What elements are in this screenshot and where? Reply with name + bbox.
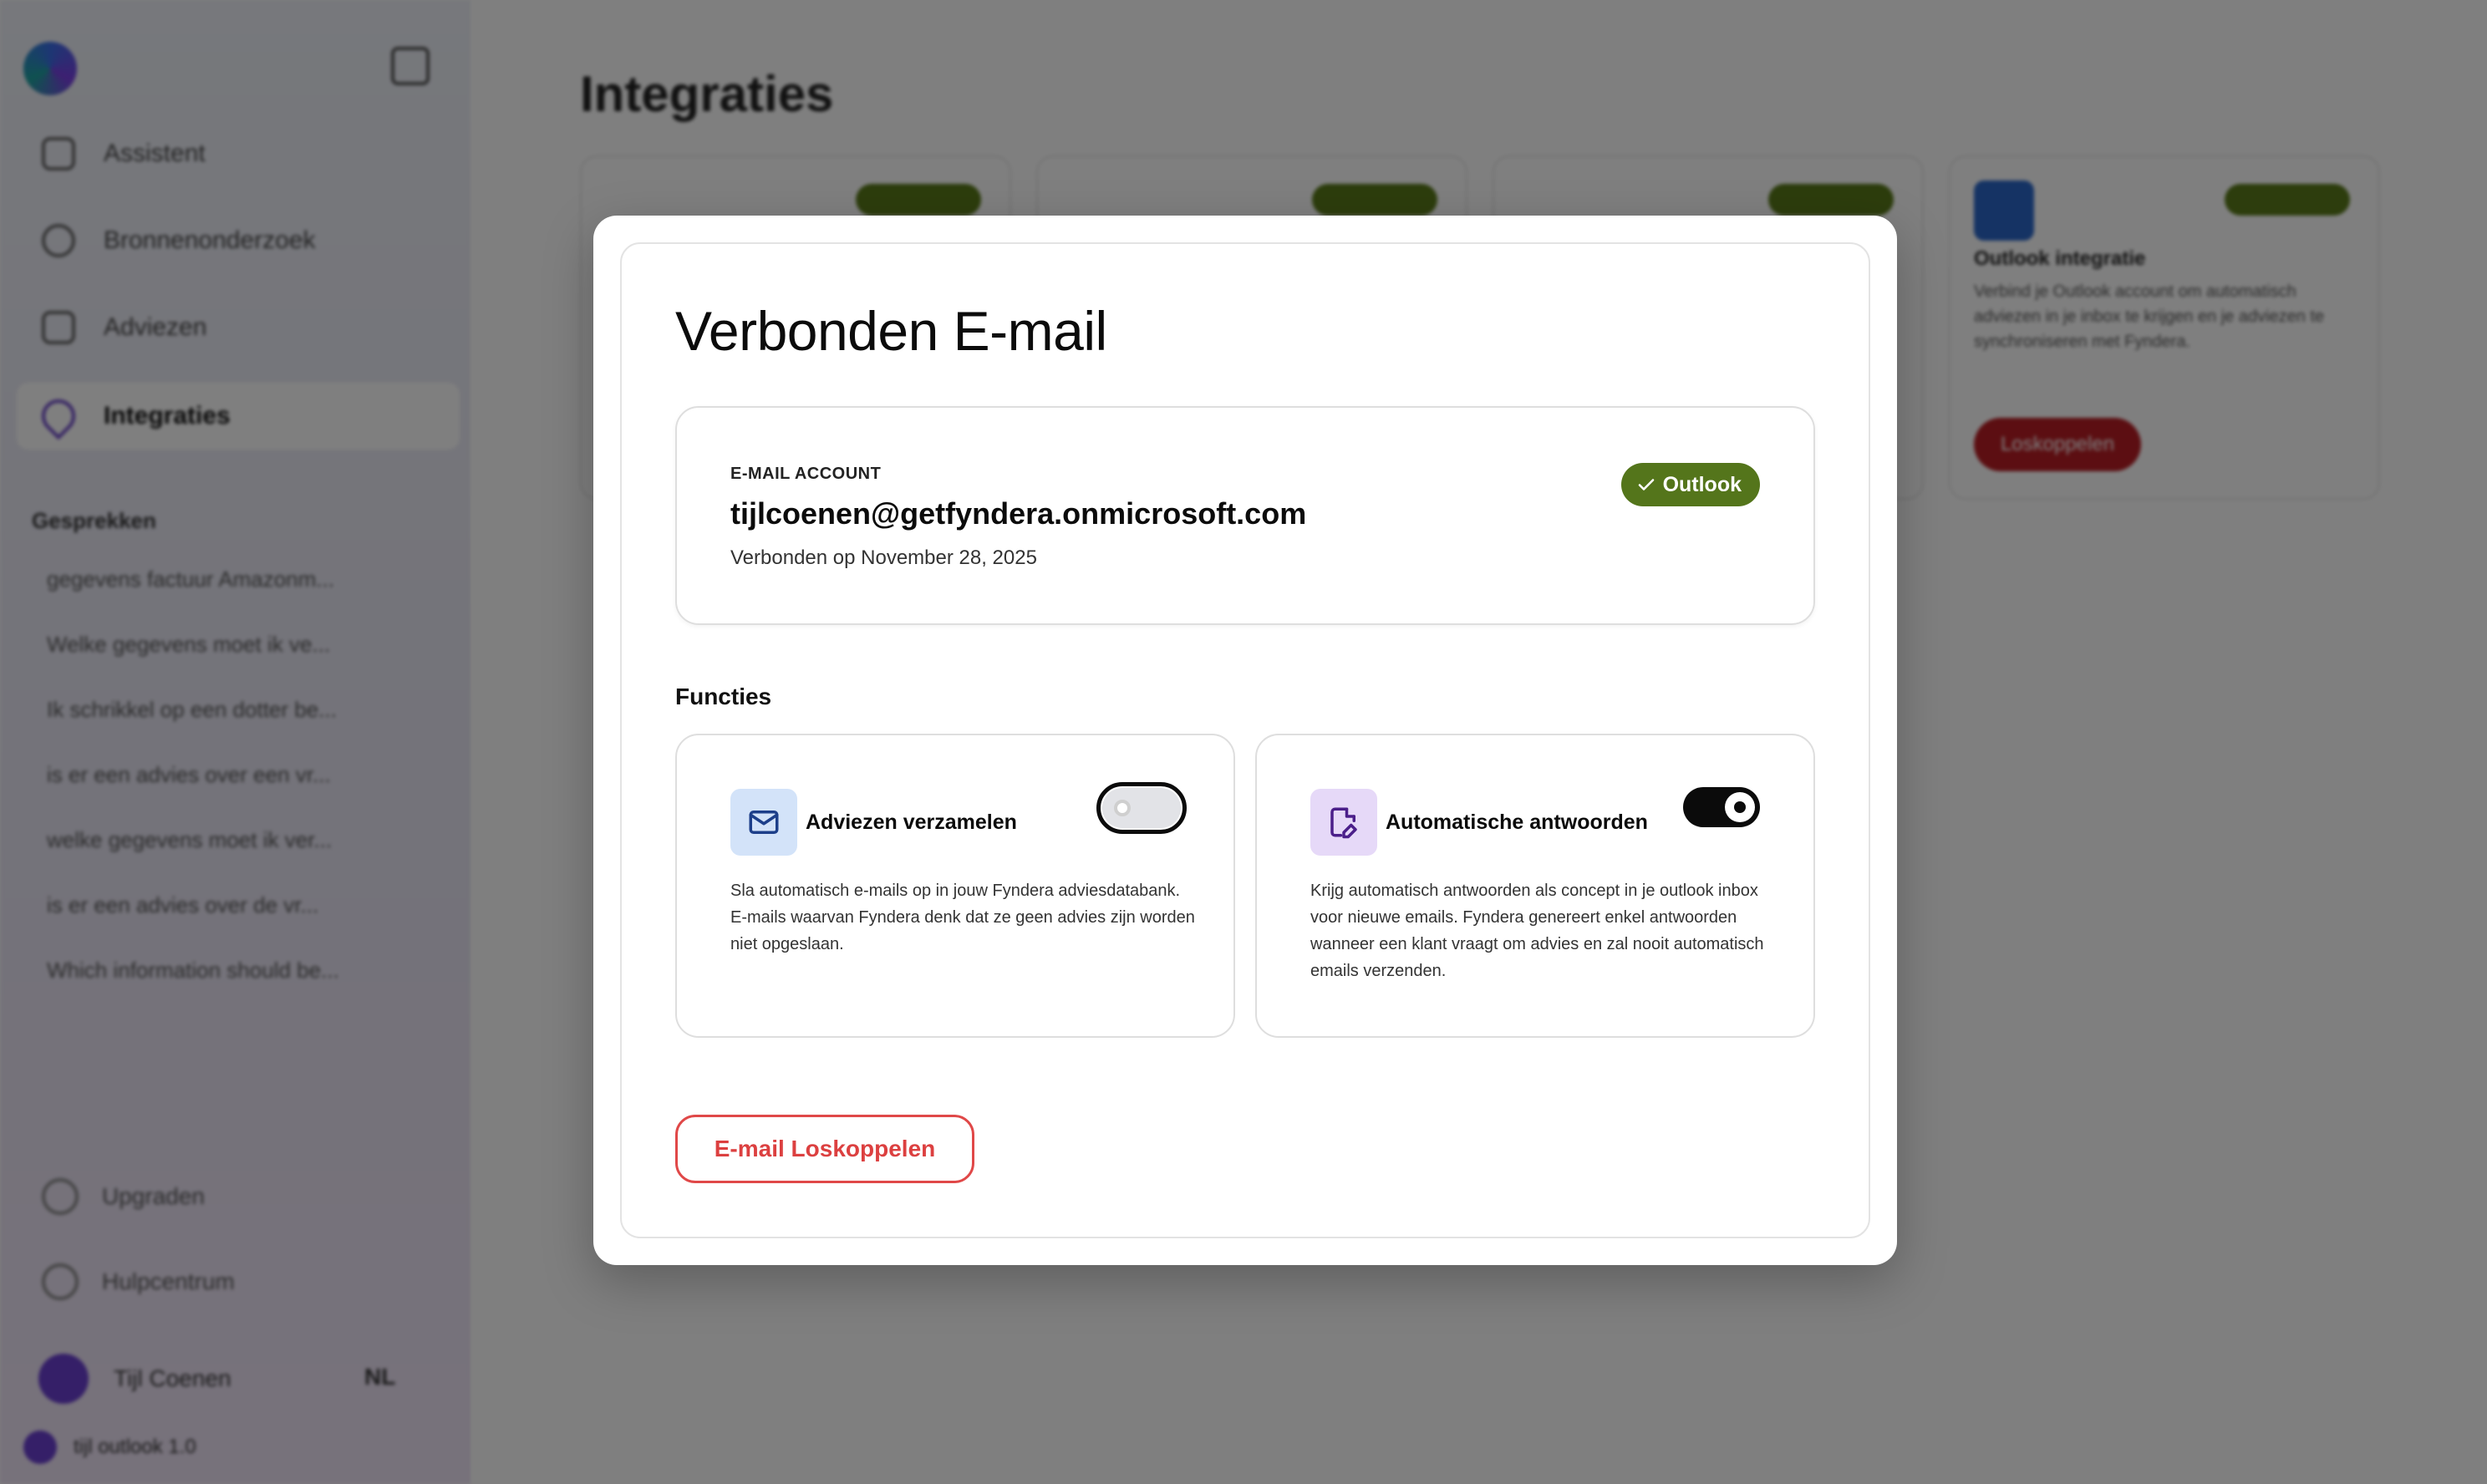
feature-card-collect-advice: Adviezen verzamelen Sla automatisch e-ma… xyxy=(675,734,1235,1038)
email-address: tijlcoenen@getfyndera.onmicrosoft.com xyxy=(730,496,1307,531)
toggle-knob xyxy=(1725,792,1755,822)
connected-date: Verbonden op November 28, 2025 xyxy=(730,546,1037,569)
disconnect-email-button[interactable]: E-mail Loskoppelen xyxy=(675,1115,974,1183)
check-icon xyxy=(1638,479,1654,490)
connected-email-dialog: Verbonden E-mail E-MAIL ACCOUNT tijlcoen… xyxy=(593,216,1897,1265)
toggle-knob xyxy=(1114,800,1131,816)
mail-icon xyxy=(730,789,797,856)
provider-badge: Outlook xyxy=(1620,463,1760,506)
dialog-content: Verbonden E-mail E-MAIL ACCOUNT tijlcoen… xyxy=(620,242,1870,1238)
auto-replies-toggle[interactable] xyxy=(1683,787,1760,827)
functions-heading: Functies xyxy=(675,684,772,709)
feature-title: Adviezen verzamelen xyxy=(806,811,1017,834)
email-account-label: E-MAIL ACCOUNT xyxy=(730,465,882,483)
email-account-card: E-MAIL ACCOUNT tijlcoenen@getfyndera.onm… xyxy=(675,406,1815,625)
provider-badge-label: Outlook xyxy=(1662,472,1742,496)
file-signature-icon xyxy=(1310,789,1377,856)
feature-description: Krijg automatisch antwoorden als concept… xyxy=(1310,882,1764,980)
feature-title: Automatische antwoorden xyxy=(1386,811,1648,834)
collect-advice-toggle[interactable] xyxy=(1096,782,1187,834)
feature-card-auto-replies: Automatische antwoorden Krijg automatisc… xyxy=(1255,734,1815,1038)
feature-description: Sla automatisch e-mails op in jouw Fynde… xyxy=(730,882,1195,953)
dialog-title: Verbonden E-mail xyxy=(675,300,1107,362)
